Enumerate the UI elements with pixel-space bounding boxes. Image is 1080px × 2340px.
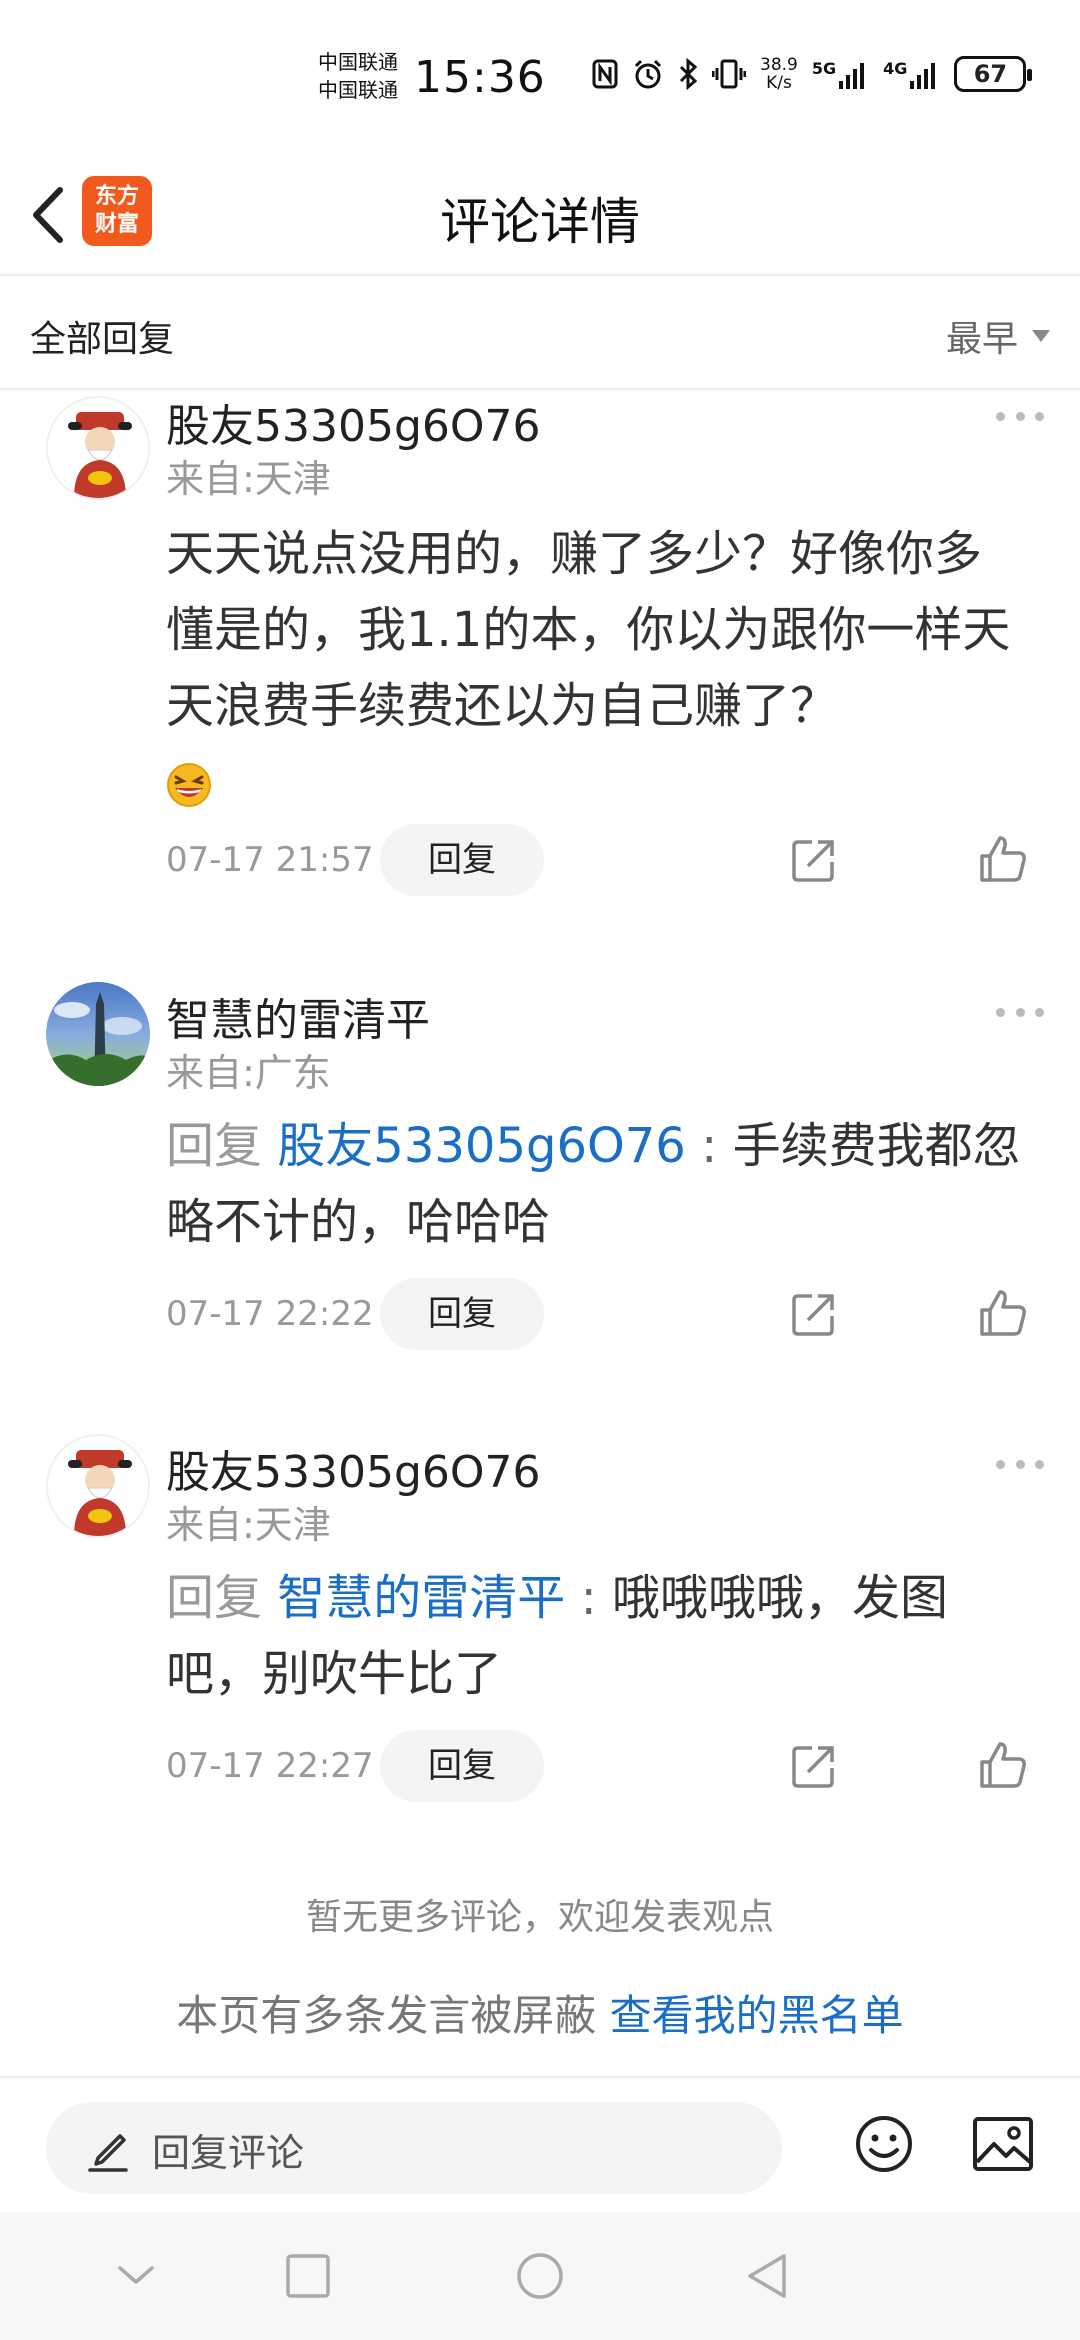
nfc-icon	[592, 59, 618, 89]
all-replies-label: 全部回复	[30, 319, 175, 360]
user-location: 来自:天津	[166, 457, 331, 501]
vibrate-icon	[712, 59, 746, 89]
user-location: 来自:广东	[166, 1051, 331, 1095]
reply-button[interactable]: 回复	[380, 1730, 544, 1802]
page-title: 评论详情	[440, 193, 640, 251]
avatar[interactable]	[46, 1434, 150, 1538]
home-icon[interactable]	[514, 2250, 566, 2302]
carrier-1: 中国联通	[318, 50, 398, 74]
emoji-icon[interactable]	[854, 2114, 914, 2174]
share-icon[interactable]	[790, 836, 838, 884]
avatar[interactable]	[46, 982, 150, 1086]
laughing-emoji-icon	[167, 763, 211, 807]
thumbs-up-icon[interactable]	[978, 834, 1028, 884]
comment-time: 07-17 22:27	[166, 1746, 374, 1786]
avatar[interactable]	[46, 396, 150, 500]
skyscraper-photo-avatar-icon	[46, 992, 150, 1086]
reply-prefix: 回复	[166, 1570, 263, 1626]
bottom-input-bar: 回复评论	[0, 2076, 1080, 2212]
god-of-wealth-avatar-icon	[50, 400, 148, 498]
sort-label: 最早	[945, 319, 1018, 360]
comment-item: 智慧的雷清平 来自:广东 回复 股友53305g6O76 : 手续费我都忽略不计…	[0, 982, 1080, 1362]
network-speed: 38.9 K/s	[760, 56, 798, 92]
speed-unit: K/s	[766, 73, 792, 93]
comment-item: 股友53305g6O76 来自:天津 回复 智慧的雷清平 : 哦哦哦哦，发图吧，…	[0, 1434, 1080, 1814]
mention-link[interactable]: 股友53305g6O76	[277, 1118, 686, 1174]
reply-button[interactable]: 回复	[380, 1278, 544, 1350]
colon: :	[580, 1570, 597, 1626]
share-icon[interactable]	[790, 1290, 838, 1338]
status-bar: 中国联通 中国联通 15:36 38.9 K/s 5G 4G 67	[0, 0, 1080, 160]
share-icon[interactable]	[790, 1742, 838, 1790]
carrier-labels: 中国联通 中国联通	[318, 48, 398, 104]
colon: :	[701, 1118, 718, 1174]
top-header: 东方 财富 评论详情	[0, 160, 1080, 276]
thumbs-up-icon[interactable]	[978, 1740, 1028, 1790]
image-icon[interactable]	[972, 2116, 1034, 2172]
net-type-2: 4G	[883, 59, 908, 78]
god-of-wealth-avatar-icon	[50, 1438, 148, 1536]
filter-bar: 全部回复 最早	[0, 276, 1080, 390]
reply-comment-input[interactable]: 回复评论	[46, 2102, 782, 2194]
bluetooth-icon	[679, 58, 698, 90]
comment-text: 回复 股友53305g6O76 : 手续费我都忽略不计的，哈哈哈	[166, 1108, 1026, 1260]
thumbs-up-icon[interactable]	[978, 1288, 1028, 1338]
blocked-text: 本页有多条发言被屏蔽	[176, 1991, 597, 2040]
chevron-down-icon[interactable]	[110, 2250, 162, 2302]
sort-dropdown[interactable]: 最早	[946, 310, 1050, 362]
reply-placeholder: 回复评论	[152, 2131, 305, 2175]
sort-arrow-icon	[1032, 330, 1050, 342]
carrier-2: 中国联通	[318, 78, 398, 102]
more-dots-icon[interactable]	[996, 412, 1044, 424]
comment-body: 天天说点没用的，赚了多少？好像你多懂是的，我1.1的本，你以为跟你一样天天浪费手…	[166, 526, 1011, 734]
more-dots-icon[interactable]	[996, 1008, 1044, 1020]
signal-1: 5G	[812, 59, 869, 89]
battery-indicator: 67	[954, 56, 1033, 92]
speed-value: 38.9	[760, 55, 798, 75]
user-name[interactable]: 股友53305g6O76	[166, 390, 541, 454]
back-triangle-icon[interactable]	[742, 2250, 794, 2302]
status-icons: 38.9 K/s 5G 4G 67	[592, 56, 1033, 92]
comment-text: 天天说点没用的，赚了多少？好像你多懂是的，我1.1的本，你以为跟你一样天天浪费手…	[166, 516, 1026, 820]
net-type-1: 5G	[811, 59, 837, 78]
reply-button[interactable]: 回复	[380, 824, 544, 896]
blacklist-link[interactable]: 查看我的黑名单	[610, 1991, 904, 2040]
system-nav-bar	[0, 2212, 1080, 2340]
signal-bars-2-icon	[910, 63, 936, 89]
alarm-icon	[634, 59, 662, 89]
blocked-notice: 本页有多条发言被屏蔽 查看我的黑名单	[0, 1982, 1080, 2043]
user-location: 来自:天津	[166, 1503, 331, 1547]
reply-prefix: 回复	[166, 1118, 263, 1174]
more-dots-icon[interactable]	[996, 1460, 1044, 1472]
comment-item: 股友53305g6O76 来自:天津 天天说点没用的，赚了多少？好像你多懂是的，…	[0, 390, 1080, 910]
user-name[interactable]: 股友53305g6O76	[166, 1436, 541, 1500]
mention-link[interactable]: 智慧的雷清平	[277, 1570, 565, 1626]
pencil-icon	[88, 2134, 128, 2172]
status-time: 15:36	[414, 52, 546, 103]
no-more-comments: 暂无更多评论，欢迎发表观点	[305, 1897, 774, 1938]
comment-time: 07-17 21:57	[166, 840, 374, 880]
recent-apps-icon[interactable]	[282, 2250, 334, 2302]
signal-bars-1-icon	[839, 63, 865, 89]
comment-text: 回复 智慧的雷清平 : 哦哦哦哦，发图吧，别吹牛比了	[166, 1560, 1026, 1712]
user-name[interactable]: 智慧的雷清平	[166, 984, 430, 1048]
comment-time: 07-17 22:22	[166, 1294, 374, 1334]
signal-2: 4G	[883, 59, 940, 89]
